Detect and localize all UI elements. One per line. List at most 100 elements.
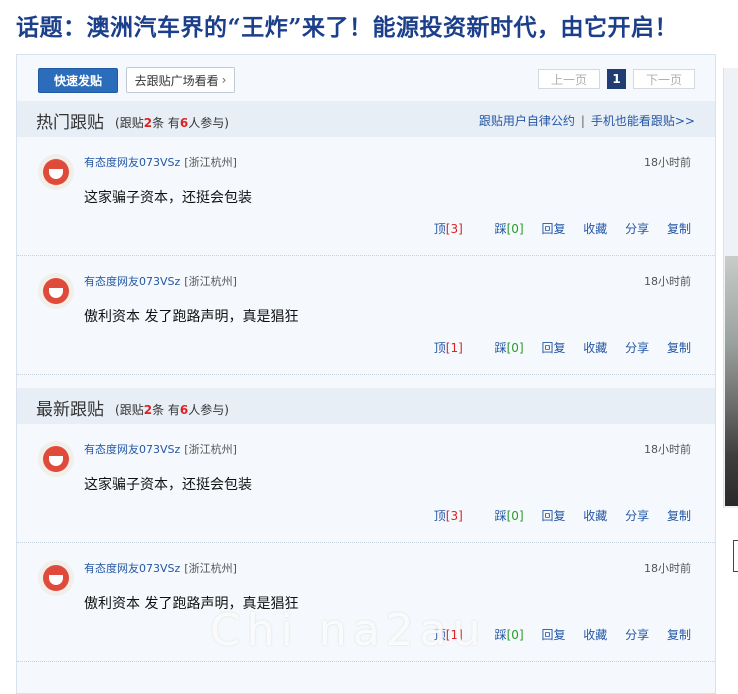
user-line: 有态度网友073VSz [浙江杭州]	[84, 154, 237, 170]
netease-logo-icon	[43, 446, 69, 472]
link-separator: |	[580, 114, 585, 128]
comment-item: 有态度网友073VSz [浙江杭州] 18小时前 这家骗子资本，还挺会包装 顶[3…	[17, 424, 715, 543]
upvote-button[interactable]: 顶[3]	[420, 222, 463, 236]
user-location: [浙江杭州]	[184, 443, 237, 456]
comment-actions: 顶[3] 踩[0] 回复 收藏 分享 复制	[406, 220, 691, 237]
comment-actions: 顶[3] 踩[0] 回复 收藏 分享 复制	[406, 507, 691, 524]
topic-headline: 话题：澳洲汽车界的“王炸”来了！能源投资新时代，由它开启！	[16, 14, 678, 41]
netease-logo-icon	[43, 565, 69, 591]
comment-actions: 顶[1] 踩[0] 回复 收藏 分享 复制	[406, 339, 691, 356]
latest-comments-meta: (跟贴2条 有6人参与)	[115, 403, 229, 417]
comments-toolbar: 快速发贴 去跟贴广场看看 › 上一页 1 下一页	[17, 55, 715, 101]
latest-comments-title: 最新跟贴	[36, 400, 104, 420]
user-line: 有态度网友073VSz [浙江杭州]	[84, 560, 237, 576]
post-time: 18小时前	[644, 562, 691, 575]
downvote-count: [0]	[506, 341, 524, 355]
user-location: [浙江杭州]	[184, 275, 237, 288]
comment-text: 这家骗子资本，还挺会包装	[84, 190, 252, 206]
favorite-button[interactable]: 收藏	[583, 341, 607, 355]
reply-button[interactable]: 回复	[541, 341, 565, 355]
downvote-label: 踩	[494, 628, 507, 642]
current-page[interactable]: 1	[607, 69, 626, 89]
share-button[interactable]: 分享	[625, 222, 649, 236]
upvote-button[interactable]: 顶[3]	[420, 509, 463, 523]
copy-button[interactable]: 复制	[667, 628, 691, 642]
favorite-button[interactable]: 收藏	[583, 222, 607, 236]
share-button[interactable]: 分享	[625, 628, 649, 642]
meta-suffix: 人参与	[188, 116, 225, 130]
site-watermark: Chi na2au	[210, 605, 487, 656]
copy-button[interactable]: 复制	[667, 341, 691, 355]
sidebar-photo[interactable]	[725, 256, 738, 506]
user-line: 有态度网友073VSz [浙江杭州]	[84, 273, 237, 289]
upvote-count: [1]	[445, 341, 463, 355]
downvote-label: 踩	[494, 509, 507, 523]
downvote-button[interactable]: 踩[0]	[481, 509, 524, 523]
go-plaza-button[interactable]: 去跟贴广场看看 ›	[126, 67, 235, 93]
go-plaza-label: 去跟贴广场看看	[134, 73, 219, 88]
username[interactable]: 有态度网友073VSz	[84, 275, 180, 288]
hot-comments-meta: (跟贴2条 有6人参与)	[115, 116, 229, 130]
post-count: 2	[143, 116, 153, 130]
copy-button[interactable]: 复制	[667, 509, 691, 523]
meta-suffix: 人参与	[188, 403, 225, 417]
upvote-button[interactable]: 顶[1]	[420, 341, 463, 355]
meta-mid: 条 有	[152, 116, 180, 130]
comment-item: 有态度网友073VSz [浙江杭州] 18小时前 这家骗子资本，还挺会包装 顶[3…	[17, 137, 715, 256]
downvote-count: [0]	[506, 509, 524, 523]
copy-button[interactable]: 复制	[667, 222, 691, 236]
meta-prefix: 跟贴	[119, 116, 144, 130]
avatar[interactable]	[38, 273, 74, 309]
downvote-count: [0]	[506, 628, 524, 642]
mobile-link[interactable]: 手机也能看跟贴>>	[591, 114, 695, 128]
header-links: 跟贴用户自律公约 | 手机也能看跟贴>>	[479, 112, 695, 129]
username[interactable]: 有态度网友073VSz	[84, 562, 180, 575]
downvote-label: 踩	[494, 341, 507, 355]
avatar[interactable]	[38, 441, 74, 477]
post-time: 18小时前	[644, 156, 691, 169]
favorite-button[interactable]: 收藏	[583, 509, 607, 523]
next-page-button[interactable]: 下一页	[633, 69, 695, 89]
netease-logo-icon	[43, 278, 69, 304]
downvote-button[interactable]: 踩[0]	[481, 222, 524, 236]
share-button[interactable]: 分享	[625, 509, 649, 523]
upvote-label: 顶	[433, 509, 446, 523]
upvote-count: [3]	[445, 509, 463, 523]
username[interactable]: 有态度网友073VSz	[84, 156, 180, 169]
downvote-button[interactable]: 踩[0]	[481, 341, 524, 355]
comment-item: 有态度网友073VSz [浙江杭州] 18小时前 傲利资本 发了跑路声明，真是猖狂…	[17, 256, 715, 375]
rules-link[interactable]: 跟贴用户自律公约	[479, 114, 575, 128]
post-time: 18小时前	[644, 443, 691, 456]
post-count: 2	[143, 403, 153, 417]
avatar[interactable]	[38, 560, 74, 596]
hot-comments-header: 热门跟贴 (跟贴2条 有6人参与) 跟贴用户自律公约 | 手机也能看跟贴>>	[17, 101, 715, 137]
reply-button[interactable]: 回复	[541, 509, 565, 523]
avatar[interactable]	[38, 154, 74, 190]
share-button[interactable]: 分享	[625, 341, 649, 355]
downvote-button[interactable]: 踩[0]	[481, 628, 524, 642]
chevron-right-icon: ›	[221, 73, 227, 87]
user-line: 有态度网友073VSz [浙江杭州]	[84, 441, 237, 457]
people-count: 6	[179, 403, 189, 417]
downvote-count: [0]	[506, 222, 524, 236]
upvote-label: 顶	[433, 222, 446, 236]
user-location: [浙江杭州]	[184, 156, 237, 169]
comment-text: 傲利资本 发了跑路声明，真是猖狂	[84, 309, 299, 325]
comments-panel: 快速发贴 去跟贴广场看看 › 上一页 1 下一页 热门跟贴 (跟贴2条 有6人参与…	[16, 54, 716, 694]
user-location: [浙江杭州]	[184, 562, 237, 575]
sidebar-box	[733, 540, 738, 572]
hot-comments-title: 热门跟贴	[36, 113, 104, 133]
upvote-label: 顶	[433, 341, 446, 355]
favorite-button[interactable]: 收藏	[583, 628, 607, 642]
reply-button[interactable]: 回复	[541, 628, 565, 642]
quick-post-button[interactable]: 快速发贴	[38, 68, 118, 93]
post-time: 18小时前	[644, 275, 691, 288]
meta-mid: 条 有	[152, 403, 180, 417]
prev-page-button[interactable]: 上一页	[538, 69, 600, 89]
people-count: 6	[179, 116, 189, 130]
reply-button[interactable]: 回复	[541, 222, 565, 236]
netease-logo-icon	[43, 159, 69, 185]
username[interactable]: 有态度网友073VSz	[84, 443, 180, 456]
upvote-count: [3]	[445, 222, 463, 236]
meta-prefix: 跟贴	[119, 403, 144, 417]
